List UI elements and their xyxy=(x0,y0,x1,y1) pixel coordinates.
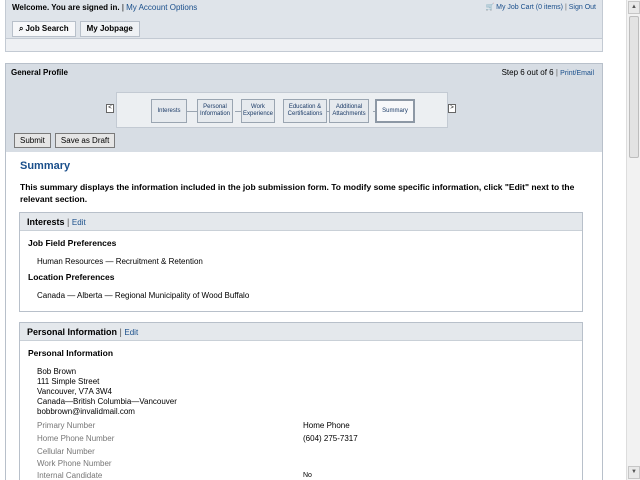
interests-edit-link[interactable]: Edit xyxy=(72,218,86,227)
step-work-experience[interactable]: Work Experience xyxy=(241,99,275,123)
email-value: bobbrown@invalidmail.com xyxy=(37,407,135,416)
field-label: Home Phone Number xyxy=(37,434,115,443)
job-field-value: Human Resources — Recruitment & Retentio… xyxy=(37,257,203,266)
vertical-scrollbar[interactable]: ▲ ▼ xyxy=(626,0,640,480)
form-actions: Submit Save as Draft xyxy=(14,133,116,148)
step-additional-attachments[interactable]: Additional Attachments xyxy=(329,99,369,123)
city-value: Vancouver, V7A 3W4 xyxy=(37,387,113,396)
field-value: Home Phone xyxy=(303,421,350,430)
scroll-down-icon[interactable]: ▼ xyxy=(628,466,640,479)
name-value: Bob Brown xyxy=(37,367,77,376)
field-value: (604) 275-7317 xyxy=(303,434,358,443)
submit-button[interactable]: Submit xyxy=(14,133,51,148)
job-field-heading: Job Field Preferences xyxy=(28,238,117,248)
welcome-text: Welcome. You are signed in. | My Account… xyxy=(12,3,198,12)
job-cart-link[interactable]: My Job Cart (0 items) xyxy=(496,4,563,11)
summary-content: Summary This summary displays the inform… xyxy=(6,152,602,480)
previous-step-arrow[interactable]: < xyxy=(106,104,114,113)
cart-icon[interactable]: 🛒 xyxy=(485,4,494,11)
field-value: No xyxy=(303,472,312,479)
location-value: Canada — Alberta — Regional Municipality… xyxy=(37,291,250,300)
summary-title: Summary xyxy=(20,160,71,172)
step-education-certifications[interactable]: Education & Certifications xyxy=(283,99,327,123)
general-profile-panel: General Profile Step 6 out of 6 | Print/… xyxy=(5,63,603,480)
summary-description: This summary displays the information in… xyxy=(20,182,575,204)
my-account-link[interactable]: My Account Options xyxy=(126,3,197,12)
interests-header: Interests | Edit xyxy=(20,213,582,231)
tab-my-jobpage[interactable]: My Jobpage xyxy=(79,21,140,37)
tab-bar xyxy=(6,38,602,51)
region-value: Canada—British Columbia—Vancouver xyxy=(37,397,177,406)
step-summary[interactable]: Summary xyxy=(375,99,415,123)
interests-section: Interests | Edit Job Field Preferences H… xyxy=(19,212,583,312)
step-info: Step 6 out of 6 | Print/Email xyxy=(501,68,594,77)
tab-job-search[interactable]: ⌕ Job Search xyxy=(12,21,76,37)
panel-title: General Profile xyxy=(11,68,68,77)
main-tabs: ⌕ Job Search My Jobpage xyxy=(12,21,140,37)
panel-header: General Profile Step 6 out of 6 | Print/… xyxy=(6,64,602,152)
field-label: Work Phone Number xyxy=(37,459,112,468)
print-email-link[interactable]: Print/Email xyxy=(560,70,594,77)
step-interests[interactable]: Interests xyxy=(151,99,187,123)
field-label: Internal Candidate xyxy=(37,471,103,480)
next-step-arrow[interactable]: > xyxy=(448,104,456,113)
personal-information-section: Personal Information | Edit Personal Inf… xyxy=(19,322,583,480)
step-personal-information[interactable]: Personal Information xyxy=(197,99,233,123)
scroll-thumb[interactable] xyxy=(629,16,639,158)
personal-information-edit-link[interactable]: Edit xyxy=(124,328,138,337)
street-value: 111 Simple Street xyxy=(37,377,100,386)
sign-out-link[interactable]: Sign Out xyxy=(569,4,596,11)
account-links: 🛒 My Job Cart (0 items) | Sign Out xyxy=(485,4,596,11)
save-as-draft-button[interactable]: Save as Draft xyxy=(54,133,116,148)
step-progress: Interests Personal Information Work Expe… xyxy=(116,92,448,128)
field-label: Primary Number xyxy=(37,421,96,430)
field-label: Cellular Number xyxy=(37,447,95,456)
personal-information-subheading: Personal Information xyxy=(28,348,114,358)
location-heading: Location Preferences xyxy=(28,272,115,282)
top-header: Welcome. You are signed in. | My Account… xyxy=(5,0,603,52)
search-icon: ⌕ xyxy=(19,24,24,33)
scroll-up-icon[interactable]: ▲ xyxy=(628,1,640,14)
personal-information-header: Personal Information | Edit xyxy=(20,323,582,341)
